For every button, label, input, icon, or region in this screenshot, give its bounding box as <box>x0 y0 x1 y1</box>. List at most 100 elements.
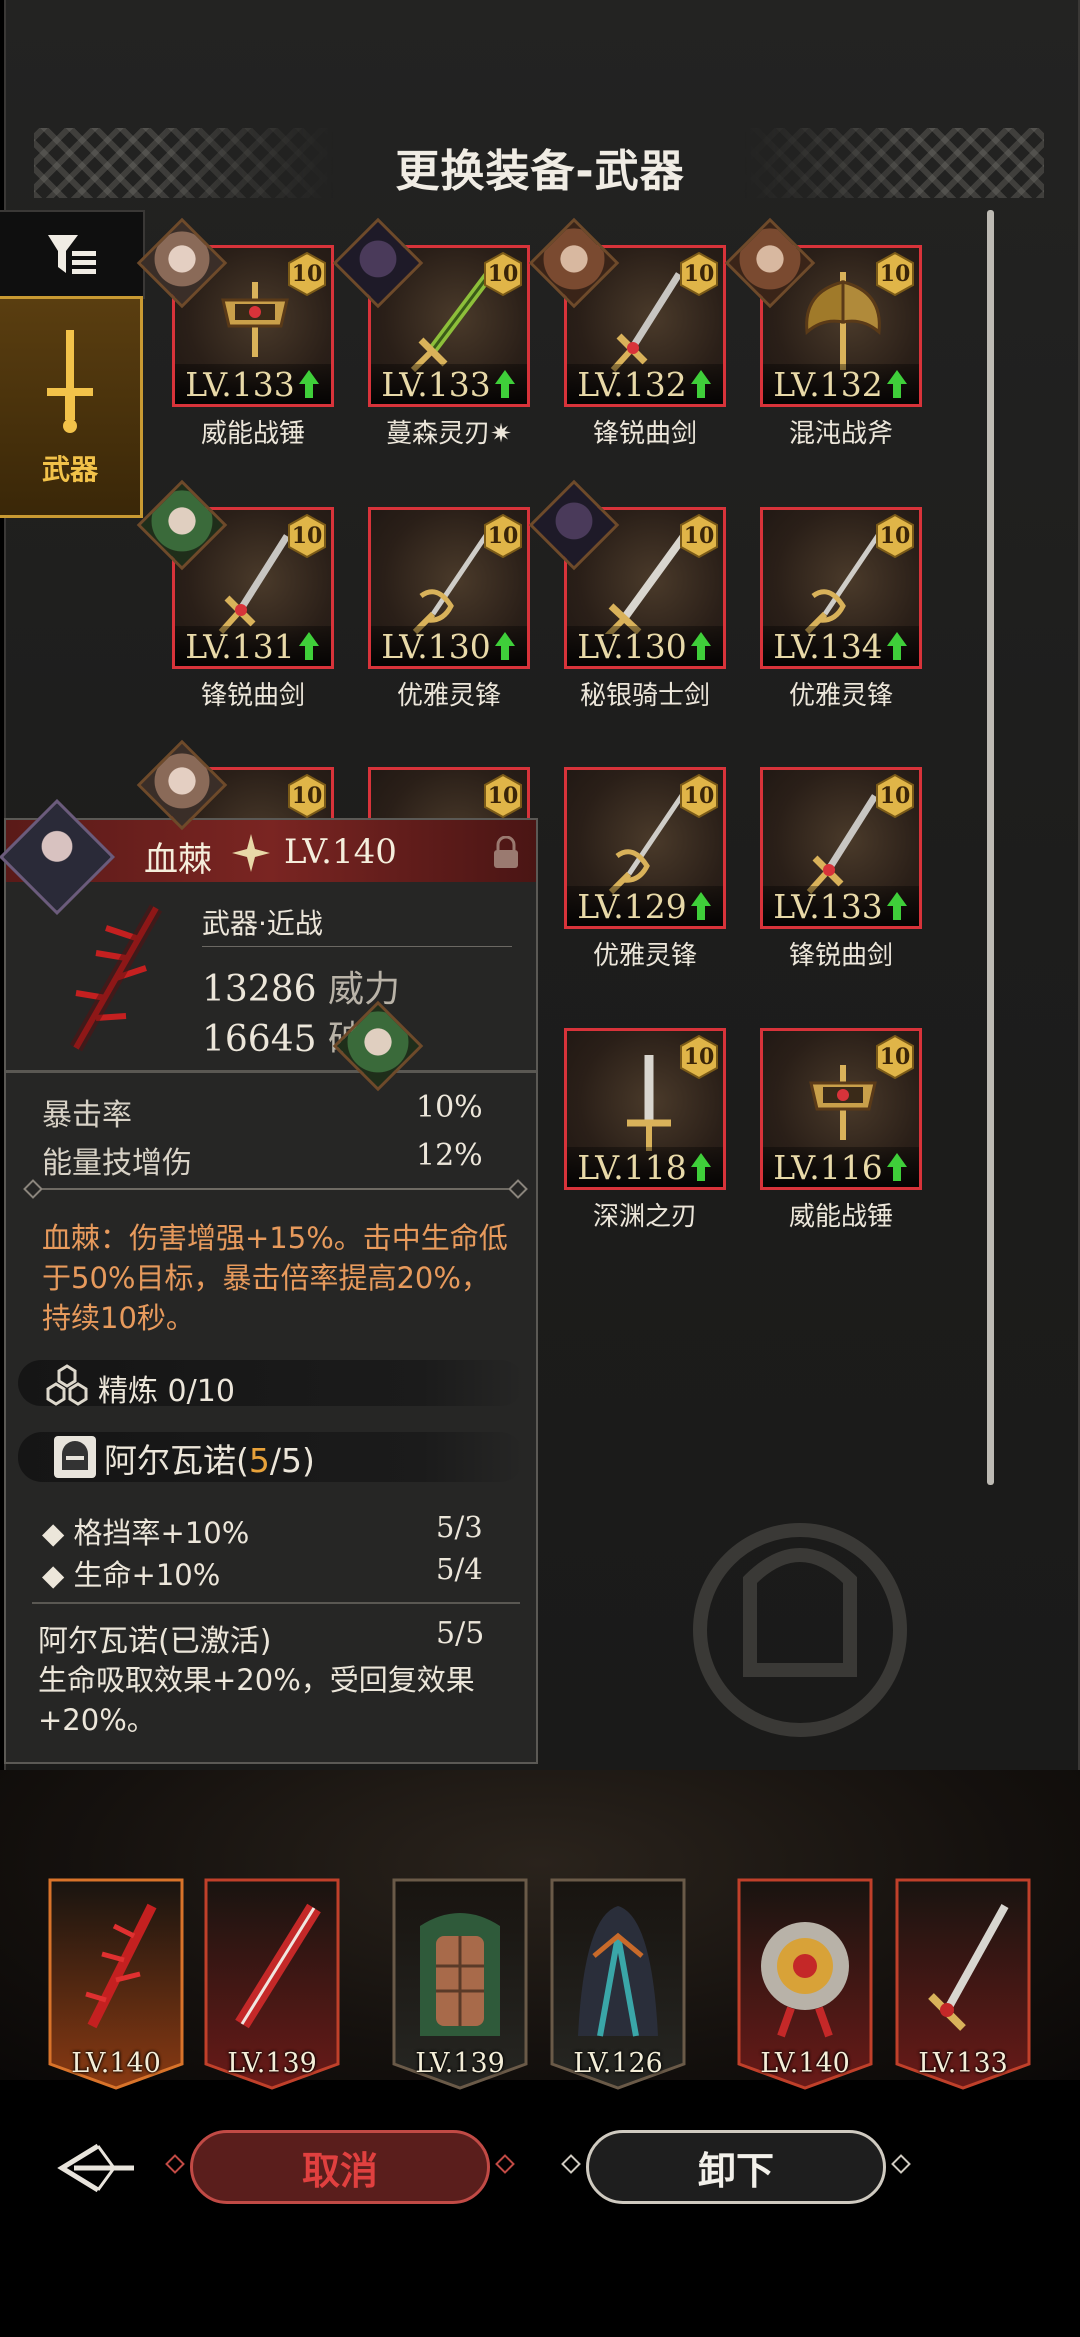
equipped-slot-gold-sword[interactable]: LV.133 <box>895 1878 1031 2090</box>
item-name: 锋锐曲剑 <box>200 681 305 711</box>
set-bonus-count: 5/5 <box>436 1616 485 1651</box>
enhance-level: 10 <box>487 783 519 809</box>
enhance-badge: 10 <box>287 773 327 819</box>
equipped-slot-cloak[interactable]: LV.126 <box>550 1878 686 2090</box>
equipment-item[interactable]: 10 LV.129 优雅灵锋 <box>564 767 729 972</box>
equipped-level: LV.139 <box>227 2048 317 2079</box>
unequip-button[interactable]: 卸下 <box>561 2130 911 2204</box>
set-bonus-label: 格挡率+10% <box>73 1516 250 1550</box>
gold-sword-image <box>928 1904 1009 2031</box>
enhance-badge: 10 <box>483 251 523 297</box>
item-name: 秘银骑士剑 <box>579 681 710 711</box>
upgrade-arrow-icon <box>886 892 907 920</box>
item-card[interactable]: 10 LV.129 <box>564 767 726 929</box>
enhance-level: 10 <box>487 523 519 549</box>
item-level-bar: LV.133 <box>175 364 331 404</box>
refine-text: 精炼 0/10 <box>98 1374 235 1409</box>
item-level: LV.133 <box>381 364 491 404</box>
item-name: 锋锐曲剑 <box>788 941 893 971</box>
item-level-bar: LV.118 <box>567 1147 723 1187</box>
enhance-level: 10 <box>487 261 519 287</box>
equipment-item[interactable]: 10 LV.131 锋锐曲剑 <box>136 479 337 712</box>
set-total: /5) <box>269 1441 315 1480</box>
item-name: 优雅灵锋 <box>396 681 501 711</box>
enhance-badge: 10 <box>875 773 915 819</box>
equipment-item[interactable]: 10 LV.132 锋锐曲剑 <box>528 217 729 450</box>
item-card[interactable]: 10 LV.133 <box>760 767 922 929</box>
enhance-level: 10 <box>879 1044 911 1070</box>
refine-bar[interactable] <box>18 1360 524 1406</box>
stat-power: 13286 威力 <box>202 960 400 1012</box>
item-level-bar: LV.116 <box>763 1147 919 1187</box>
enhance-level: 10 <box>683 261 715 287</box>
item-level: LV.132 <box>773 364 883 404</box>
equipment-item[interactable]: 10 LV.134 优雅灵锋 <box>760 507 925 712</box>
upgrade-arrow-icon <box>690 632 711 660</box>
enhance-level: 10 <box>683 1044 715 1070</box>
lock-icon[interactable] <box>490 836 522 870</box>
upgrade-arrow-icon <box>690 892 711 920</box>
upgrade-arrow-icon <box>298 632 319 660</box>
tab-weapon[interactable]: 武器 <box>0 296 143 518</box>
item-level-bar: LV.131 <box>175 626 331 666</box>
item-name: 混沌战斧 <box>788 419 893 449</box>
detail-item-type: 武器·近战 <box>202 907 323 940</box>
upgrade-arrow-icon <box>298 370 319 398</box>
equipment-item[interactable]: 10 LV.130 优雅灵锋 <box>368 507 533 712</box>
item-level-bar: LV.132 <box>763 364 919 404</box>
enhance-level: 10 <box>879 523 911 549</box>
equipped-level: LV.140 <box>760 2048 850 2079</box>
item-card[interactable]: 10 LV.116 <box>760 1028 922 1190</box>
enhance-level: 10 <box>879 261 911 287</box>
item-level-bar: LV.134 <box>763 626 919 666</box>
equipment-item[interactable]: 10 LV.133 蔓森灵刃✷ <box>332 217 533 450</box>
star-icon <box>232 834 270 872</box>
equipped-slot-armor[interactable]: LV.139 <box>392 1878 528 2090</box>
item-card[interactable]: 10 LV.134 <box>760 507 922 669</box>
set-bonus-progress: 5/3 <box>436 1510 483 1544</box>
upgrade-arrow-icon <box>886 1153 907 1181</box>
equipped-slot-blood-sword[interactable]: LV.140 <box>48 1878 184 2090</box>
equipment-item[interactable]: 10 LV.133 威能战锤 <box>136 217 337 450</box>
equipment-item[interactable]: 10 LV.133 锋锐曲剑 <box>760 767 925 972</box>
item-name: 蔓森灵刃✷ <box>386 419 512 449</box>
equipment-item[interactable]: 10 LV.130 秘银骑士剑 <box>528 479 729 712</box>
armor-image <box>420 1913 500 2036</box>
attr-label: 能量技增伤 <box>42 1146 192 1181</box>
detail-item-name: 血棘 <box>144 840 212 880</box>
red-blade-image <box>235 1903 321 2029</box>
attr-value: 12% <box>416 1138 483 1173</box>
grid-scrollbar[interactable] <box>987 210 994 1485</box>
enhance-badge: 10 <box>287 513 327 559</box>
tab-weapon-label: 武器 <box>41 453 98 486</box>
item-level-bar: LV.129 <box>567 886 723 926</box>
enhance-level: 10 <box>683 783 715 809</box>
item-level: LV.133 <box>773 886 883 926</box>
set-bonus-item: ◆ 生命+10% <box>42 1558 221 1592</box>
upgrade-arrow-icon <box>886 632 907 660</box>
enhance-badge: 10 <box>679 251 719 297</box>
equipment-item[interactable]: 10 LV.116 威能战锤 <box>760 1028 925 1233</box>
set-title: 阿尔瓦诺(5/5) <box>104 1434 315 1482</box>
set-bonus-progress: 5/4 <box>436 1552 483 1586</box>
stat-power-label: 威力 <box>327 969 400 1010</box>
item-name: 锋锐曲剑 <box>592 419 697 449</box>
enhance-badge: 10 <box>679 513 719 559</box>
equipped-slot-red-blade[interactable]: LV.139 <box>204 1878 340 2090</box>
item-level: LV.131 <box>185 626 295 666</box>
item-name: 优雅灵锋 <box>592 941 697 971</box>
enhance-badge: 10 <box>483 773 523 819</box>
equipment-item[interactable]: 10 LV.132 混沌战斧 <box>724 217 925 450</box>
back-arrow-icon[interactable] <box>54 2138 138 2198</box>
set-bonus-description: 生命吸取效果+20%，受回复效果+20%。 <box>38 1663 475 1737</box>
item-name: 威能战锤 <box>200 419 305 449</box>
item-name: 优雅灵锋 <box>788 681 893 711</box>
cancel-button[interactable]: 取消 <box>165 2130 515 2204</box>
enhance-badge: 10 <box>679 773 719 819</box>
equipment-item[interactable]: 10 LV.118 深渊之刃 <box>564 1028 729 1233</box>
filter-button[interactable] <box>0 210 145 299</box>
item-card[interactable]: 10 LV.130 <box>368 507 530 669</box>
equipped-level: LV.133 <box>918 2048 1008 2079</box>
item-card[interactable]: 10 LV.118 <box>564 1028 726 1190</box>
equipped-slot-medal[interactable]: LV.140 <box>737 1878 873 2090</box>
